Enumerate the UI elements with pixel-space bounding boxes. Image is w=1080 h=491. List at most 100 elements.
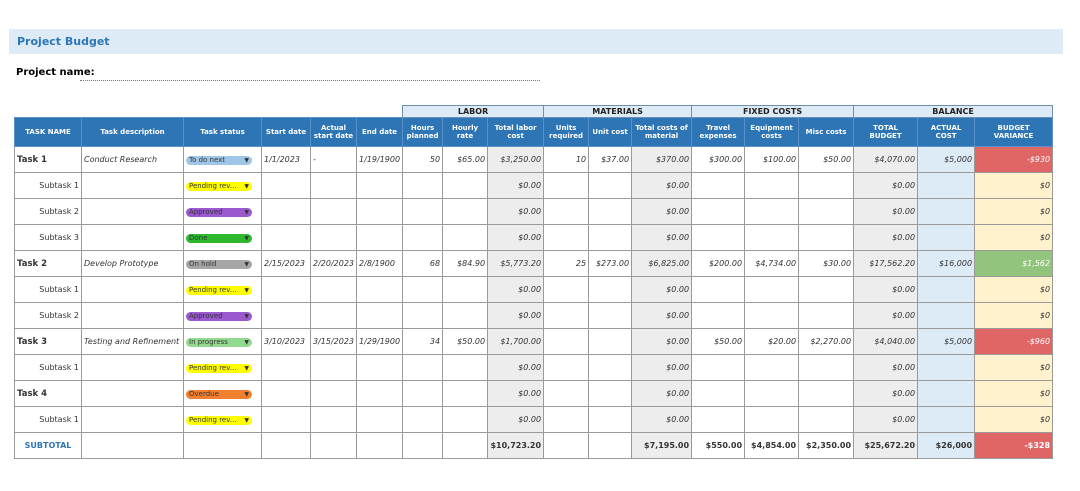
cell-end[interactable] [356,380,404,407]
cell-start[interactable] [261,276,311,303]
cell-desc[interactable]: Conduct Research [81,146,184,173]
status-dropdown[interactable]: Pending rev... ▼ [186,415,252,425]
cell-rate[interactable] [442,380,489,407]
cell-start[interactable]: 1/1/2023 [261,146,311,173]
cell-end[interactable] [356,198,404,225]
cell-hours[interactable] [402,172,444,199]
column-header[interactable]: End date [356,117,404,147]
cell-misc[interactable] [798,224,855,251]
cell-status[interactable]: In progress ▼ [183,328,262,355]
cell-units[interactable] [543,276,590,303]
cell-rate[interactable]: $50.00 [442,328,489,355]
cell-desc[interactable] [81,406,184,433]
cell-start[interactable] [261,198,311,225]
cell-equip[interactable]: $20.00 [744,328,800,355]
cell-name[interactable]: Subtask 1 [14,172,82,199]
cell-rate[interactable]: $84.90 [442,250,489,277]
cell-misc[interactable] [798,406,855,433]
cell-end[interactable] [356,302,404,329]
cell-units[interactable] [543,380,590,407]
cell-travel[interactable]: $300.00 [691,146,746,173]
cell-hours[interactable]: 50 [402,146,444,173]
cell-rate[interactable] [442,276,489,303]
cell-name[interactable]: Task 4 [14,380,82,407]
cell-misc[interactable] [798,302,855,329]
cell-actual_cost[interactable]: $16,000 [917,250,976,277]
cell-status[interactable]: Pending rev... ▼ [183,406,262,433]
cell-unit_cost[interactable] [588,328,633,355]
status-dropdown[interactable]: Pending rev... ▼ [186,285,252,295]
cell-units[interactable]: 25 [543,250,590,277]
cell-actual[interactable] [309,172,358,199]
status-dropdown[interactable]: Pending rev... ▼ [186,181,252,191]
column-header[interactable]: Equipment costs [744,117,800,147]
cell-start[interactable] [261,302,311,329]
cell-desc[interactable] [81,276,184,303]
cell-misc[interactable] [798,354,855,381]
cell-end[interactable]: 1/19/1900 [356,146,404,173]
cell-travel[interactable] [691,172,746,199]
cell-travel[interactable] [691,380,746,407]
cell-name[interactable]: Task 1 [14,146,82,173]
cell-misc[interactable]: $50.00 [798,146,855,173]
column-header[interactable]: Units required [543,117,590,147]
cell-travel[interactable] [691,354,746,381]
cell-end[interactable] [356,276,404,303]
status-dropdown[interactable]: To do next ▼ [186,155,252,165]
column-header[interactable]: Total costs of material [631,117,693,147]
cell-travel[interactable] [691,276,746,303]
cell-misc[interactable] [798,276,855,303]
cell-equip[interactable]: $4,734.00 [744,250,800,277]
cell-actual[interactable] [309,224,358,251]
column-header[interactable]: Travel expenses [691,117,746,147]
cell-travel[interactable]: $50.00 [691,328,746,355]
cell-misc[interactable] [798,380,855,407]
cell-units[interactable] [543,302,590,329]
cell-travel[interactable] [691,302,746,329]
cell-desc[interactable]: Develop Prototype [81,250,184,277]
column-header[interactable]: Misc costs [798,117,855,147]
cell-hours[interactable]: 34 [402,328,444,355]
cell-unit_cost[interactable] [588,172,633,199]
column-header[interactable]: Total labor cost [487,117,545,147]
column-header[interactable]: BUDGET VARIANCE [974,117,1054,147]
cell-rate[interactable] [442,172,489,199]
cell-unit_cost[interactable] [588,354,633,381]
cell-hours[interactable] [402,224,444,251]
cell-equip[interactable] [744,302,800,329]
cell-start[interactable]: 2/15/2023 [261,250,311,277]
column-header[interactable]: ACTUAL COST [917,117,976,147]
cell-unit_cost[interactable] [588,406,633,433]
cell-hours[interactable] [402,354,444,381]
cell-start[interactable] [261,354,311,381]
cell-actual_cost[interactable] [917,224,976,251]
cell-desc[interactable] [81,224,184,251]
cell-desc[interactable] [81,302,184,329]
cell-rate[interactable] [442,224,489,251]
cell-actual[interactable]: 2/20/2023 [309,250,358,277]
cell-actual_cost[interactable] [917,380,976,407]
cell-unit_cost[interactable] [588,380,633,407]
cell-hours[interactable] [402,302,444,329]
column-header[interactable]: Hours planned [402,117,444,147]
status-dropdown[interactable]: In progress ▼ [186,337,252,347]
cell-travel[interactable] [691,406,746,433]
cell-hours[interactable] [402,380,444,407]
column-header[interactable]: Start date [261,117,311,147]
cell-start[interactable] [261,406,311,433]
cell-rate[interactable] [442,354,489,381]
cell-actual_cost[interactable]: $5,000 [917,146,976,173]
cell-status[interactable]: On hold ▼ [183,250,262,277]
cell-name[interactable]: Subtask 1 [14,276,82,303]
cell-units[interactable] [543,354,590,381]
cell-misc[interactable]: $30.00 [798,250,855,277]
cell-unit_cost[interactable] [588,276,633,303]
cell-equip[interactable] [744,172,800,199]
cell-status[interactable]: Done ▼ [183,224,262,251]
cell-unit_cost[interactable] [588,198,633,225]
column-header[interactable]: Actual start date [309,117,358,147]
status-dropdown[interactable]: On hold ▼ [186,259,252,269]
cell-desc[interactable]: Testing and Refinement [81,328,184,355]
column-header[interactable]: TOTAL BUDGET [853,117,919,147]
cell-name[interactable]: Task 2 [14,250,82,277]
